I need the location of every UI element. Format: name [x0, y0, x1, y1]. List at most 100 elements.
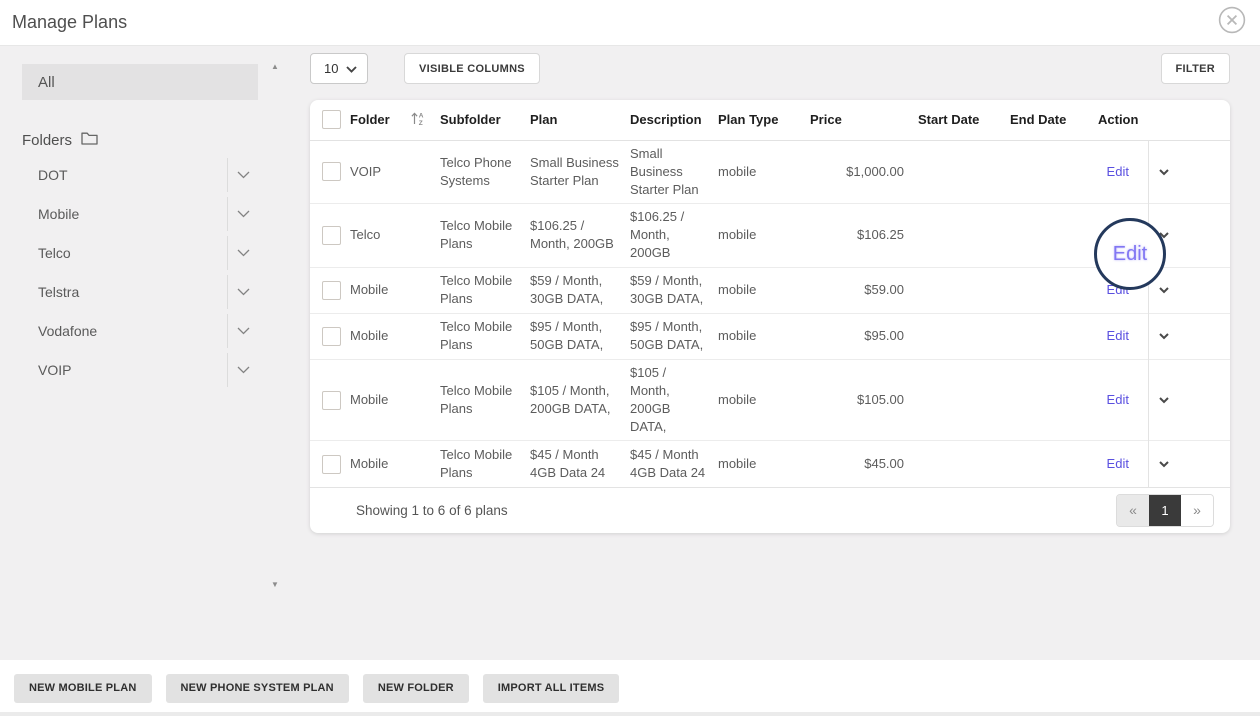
- new-folder-button[interactable]: NEW FOLDER: [363, 674, 469, 703]
- cell-start-date: [918, 140, 1010, 204]
- cell-price: $106.25: [810, 204, 918, 268]
- close-icon: [1218, 6, 1246, 39]
- sidebar-item-telco[interactable]: Telco: [22, 236, 258, 270]
- edit-link[interactable]: Edit: [1107, 456, 1129, 471]
- cell-end-date: [1010, 204, 1098, 268]
- cell-start-date: [918, 204, 1010, 268]
- highlighted-edit-link[interactable]: Edit: [1113, 243, 1147, 266]
- cell-folder: Mobile: [350, 359, 440, 441]
- row-checkbox[interactable]: [322, 327, 341, 346]
- chevron-down-icon[interactable]: [228, 288, 258, 296]
- column-header-action: Action: [1098, 100, 1148, 140]
- chevron-down-icon[interactable]: [228, 210, 258, 218]
- svg-text:Z: Z: [419, 120, 423, 126]
- chevron-down-icon[interactable]: [228, 249, 258, 257]
- row-actions-chevron-icon[interactable]: [1159, 287, 1169, 294]
- scroll-up-icon[interactable]: ▲: [267, 62, 283, 72]
- cell-description: Small Business Starter Plan: [630, 140, 718, 204]
- column-header-spacer: [1148, 100, 1230, 140]
- folder-item-label: Vodafone: [38, 323, 227, 339]
- table-header-row: Folder AZ Subfolder Plan Description Pla…: [310, 100, 1230, 140]
- close-button[interactable]: [1218, 9, 1246, 37]
- folder-icon: [81, 131, 98, 149]
- select-all-checkbox[interactable]: [322, 110, 341, 129]
- cell-description: $45 / Month 4GB Data 24: [630, 441, 718, 487]
- import-all-items-button[interactable]: IMPORT ALL ITEMS: [483, 674, 619, 703]
- table-toolbar: 10 VISIBLE COLUMNS FILTER: [310, 53, 1230, 84]
- sidebar-item-all[interactable]: All: [22, 64, 258, 100]
- page-size-value: 10: [324, 61, 338, 76]
- pagination-prev-button[interactable]: «: [1117, 495, 1149, 526]
- plans-table: Folder AZ Subfolder Plan Description Pla…: [310, 100, 1230, 487]
- cell-subfolder: Telco Phone Systems: [440, 140, 530, 204]
- row-actions-chevron-icon[interactable]: [1159, 397, 1169, 404]
- svg-text:A: A: [419, 112, 424, 119]
- pagination-current-page[interactable]: 1: [1149, 495, 1181, 526]
- chevron-down-icon[interactable]: [228, 171, 258, 179]
- scroll-down-icon[interactable]: ▼: [267, 580, 283, 590]
- row-checkbox[interactable]: [322, 455, 341, 474]
- new-mobile-plan-button[interactable]: NEW MOBILE PLAN: [14, 674, 152, 703]
- modal-footer: NEW MOBILE PLAN NEW PHONE SYSTEM PLAN NE…: [0, 660, 1260, 716]
- folders-label-text: Folders: [22, 132, 72, 149]
- table-row: Telco Telco Mobile Plans $106.25 / Month…: [310, 204, 1230, 268]
- row-actions-chevron-icon[interactable]: [1159, 333, 1169, 340]
- column-header-price: Price: [810, 100, 918, 140]
- row-checkbox[interactable]: [322, 391, 341, 410]
- folder-item-label: VOIP: [38, 362, 227, 378]
- filter-button[interactable]: FILTER: [1161, 53, 1230, 84]
- folders-sidebar: All ▲ ▼ Folders DOT Mobile Telco: [0, 46, 290, 660]
- row-actions-chevron-icon[interactable]: [1159, 461, 1169, 468]
- cell-folder: Mobile: [350, 267, 440, 313]
- page-title: Manage Plans: [12, 12, 127, 33]
- sidebar-item-vodafone[interactable]: Vodafone: [22, 314, 258, 348]
- pagination-next-button[interactable]: »: [1181, 495, 1213, 526]
- cell-subfolder: Telco Mobile Plans: [440, 359, 530, 441]
- cell-price: $59.00: [810, 267, 918, 313]
- edit-link[interactable]: Edit: [1107, 164, 1129, 179]
- table-row: Mobile Telco Mobile Plans $105 / Month, …: [310, 359, 1230, 441]
- cell-plan-type: mobile: [718, 313, 810, 359]
- cell-folder: VOIP: [350, 140, 440, 204]
- main-panel: 10 VISIBLE COLUMNS FILTER Folder: [290, 46, 1260, 660]
- cell-plan-type: mobile: [718, 267, 810, 313]
- edit-link[interactable]: Edit: [1107, 392, 1129, 407]
- cell-subfolder: Telco Mobile Plans: [440, 267, 530, 313]
- sidebar-item-telstra[interactable]: Telstra: [22, 275, 258, 309]
- new-phone-system-plan-button[interactable]: NEW PHONE SYSTEM PLAN: [166, 674, 349, 703]
- modal-header: Manage Plans: [0, 0, 1260, 46]
- cell-description: $95 / Month, 50GB DATA,: [630, 313, 718, 359]
- edit-link[interactable]: Edit: [1107, 328, 1129, 343]
- row-actions-chevron-icon[interactable]: [1159, 169, 1169, 176]
- cell-description: $59 / Month, 30GB DATA,: [630, 267, 718, 313]
- visible-columns-button[interactable]: VISIBLE COLUMNS: [404, 53, 540, 84]
- cell-end-date: [1010, 313, 1098, 359]
- chevron-down-icon[interactable]: [228, 366, 258, 374]
- row-checkbox[interactable]: [322, 281, 341, 300]
- row-checkbox[interactable]: [322, 226, 341, 245]
- table-footer: Showing 1 to 6 of 6 plans « 1 »: [310, 487, 1230, 533]
- page-size-select[interactable]: 10: [310, 53, 368, 84]
- folder-item-label: Telstra: [38, 284, 227, 300]
- sidebar-item-voip[interactable]: VOIP: [22, 353, 258, 387]
- cell-plan: $95 / Month, 50GB DATA,: [530, 313, 630, 359]
- cell-start-date: [918, 359, 1010, 441]
- cell-plan: Small Business Starter Plan: [530, 140, 630, 204]
- cell-plan-type: mobile: [718, 441, 810, 487]
- sidebar-item-mobile[interactable]: Mobile: [22, 197, 258, 231]
- cell-folder: Telco: [350, 204, 440, 268]
- chevron-down-icon[interactable]: [228, 327, 258, 335]
- table-row: Mobile Telco Mobile Plans $95 / Month, 5…: [310, 313, 1230, 359]
- cell-subfolder: Telco Mobile Plans: [440, 441, 530, 487]
- cell-plan-type: mobile: [718, 359, 810, 441]
- cell-subfolder: Telco Mobile Plans: [440, 204, 530, 268]
- cell-plan-type: mobile: [718, 140, 810, 204]
- table-row: Mobile Telco Mobile Plans $45 / Month 4G…: [310, 441, 1230, 487]
- sort-icon[interactable]: AZ: [411, 111, 426, 129]
- column-header-subfolder: Subfolder: [440, 100, 530, 140]
- column-header-folder[interactable]: Folder AZ: [350, 100, 440, 140]
- plans-table-card: Folder AZ Subfolder Plan Description Pla…: [310, 100, 1230, 533]
- sidebar-item-dot[interactable]: DOT: [22, 158, 258, 192]
- folder-item-label: DOT: [38, 167, 227, 183]
- row-checkbox[interactable]: [322, 162, 341, 181]
